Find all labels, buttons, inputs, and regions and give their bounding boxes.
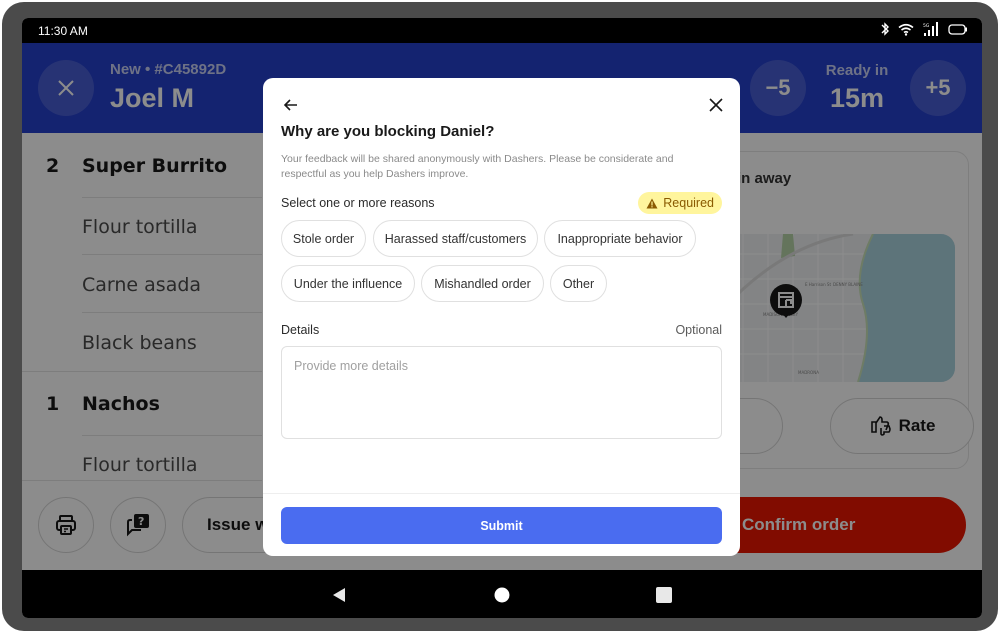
modal-title: Why are you blocking Daniel? [281,123,495,140]
reason-chip-inappropriate[interactable]: Inappropriate behavior [544,220,696,257]
reason-chip-stole-order[interactable]: Stole order [281,220,366,257]
required-label: Required [663,196,714,210]
reason-chip-under-influence[interactable]: Under the influence [281,265,415,302]
status-time: 11:30 AM [38,24,88,38]
optional-label: Optional [675,323,722,337]
reason-chip-mishandled[interactable]: Mishandled order [421,265,544,302]
tablet-frame: 11:30 AM 5G New • #C45892D Joel M −5 Rea… [2,2,998,631]
reason-chip-other[interactable]: Other [550,265,607,302]
status-bar: 11:30 AM 5G [22,18,982,43]
warning-icon [646,198,658,208]
bluetooth-icon [881,22,889,36]
svg-text:5G: 5G [923,23,930,29]
close-modal-icon[interactable] [706,95,726,115]
details-textarea[interactable] [281,346,722,439]
details-label: Details [281,323,320,337]
back-arrow-icon[interactable] [281,95,301,115]
android-nav-bar [22,570,982,618]
divider [263,493,740,494]
reasons-label: Select one or more reasons [281,196,435,210]
battery-icon [948,23,967,35]
nav-home-icon[interactable] [494,587,510,603]
nav-recents-icon[interactable] [656,587,672,603]
modal-description: Your feedback will be shared anonymously… [281,153,674,180]
block-dasher-modal: Why are you blocking Daniel? Your feedba… [263,78,740,556]
nav-back-icon[interactable] [332,587,346,603]
wifi-icon [898,23,914,36]
submit-button[interactable]: Submit [281,507,722,544]
reason-chip-harassed[interactable]: Harassed staff/customers [373,220,538,257]
screen: 11:30 AM 5G New • #C45892D Joel M −5 Rea… [22,18,982,618]
required-badge: Required [638,192,722,214]
signal-5g-icon: 5G [923,22,938,36]
